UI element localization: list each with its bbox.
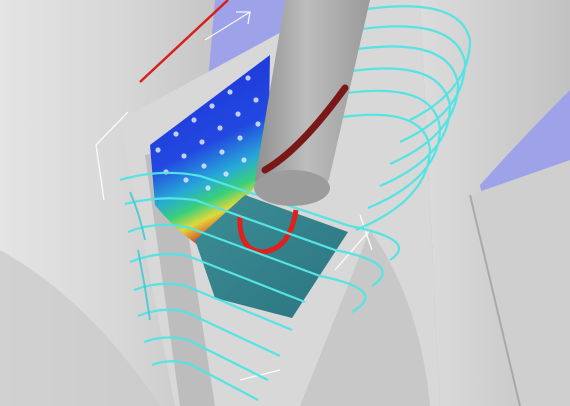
scene-canvas[interactable]: [0, 0, 570, 406]
probe-tool-tip: [254, 170, 330, 206]
3d-viewport[interactable]: [0, 0, 570, 406]
